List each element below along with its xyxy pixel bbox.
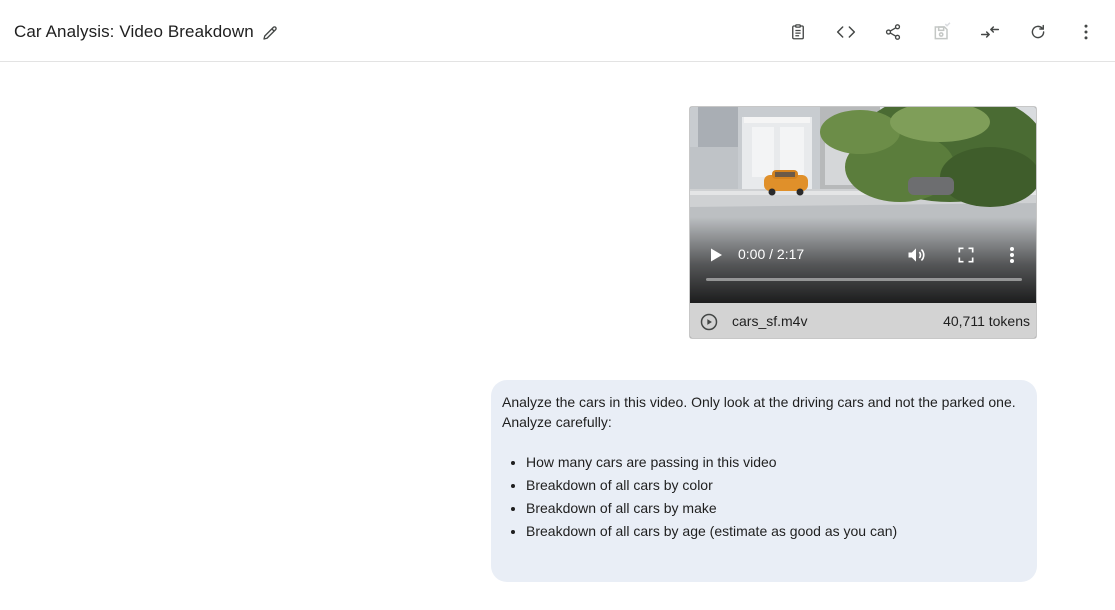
play-icon[interactable]	[708, 247, 724, 263]
play-circle-icon	[700, 313, 718, 331]
list-item: Breakdown of all cars by make	[526, 498, 1026, 518]
video-player[interactable]: 0:00 / 2:17	[690, 107, 1036, 303]
refresh-button[interactable]	[1026, 20, 1050, 44]
user-prompt-bubble: Analyze the cars in this video. Only loo…	[491, 380, 1037, 582]
compare-button[interactable]	[978, 20, 1002, 44]
compare-icon	[980, 26, 1000, 38]
more-options-button[interactable]	[1074, 20, 1098, 44]
video-attachment: 0:00 / 2:17 cars_sf.m4v 40,711 tokens	[689, 106, 1037, 339]
video-progress-bar[interactable]	[706, 278, 1022, 281]
code-icon	[836, 26, 856, 38]
fullscreen-icon[interactable]	[956, 245, 976, 265]
page-title: Car Analysis: Video Breakdown	[14, 22, 254, 41]
share-button[interactable]	[881, 20, 905, 44]
pencil-icon	[263, 26, 277, 40]
video-file-info: cars_sf.m4v 40,711 tokens	[690, 303, 1036, 338]
volume-icon[interactable]	[906, 245, 926, 265]
edit-title-button[interactable]	[258, 21, 282, 45]
more-vert-icon	[1084, 24, 1088, 40]
share-icon	[885, 24, 901, 40]
top-toolbar: Car Analysis: Video Breakdown	[0, 0, 1115, 62]
list-item: Breakdown of all cars by color	[526, 475, 1026, 495]
clipboard-icon	[792, 24, 804, 40]
get-code-button[interactable]	[834, 20, 858, 44]
video-more-icon[interactable]	[1006, 245, 1018, 265]
video-time: 0:00 / 2:17	[738, 246, 805, 262]
refresh-icon	[1031, 24, 1045, 39]
save-icon	[934, 22, 951, 40]
list-item: How many cars are passing in this video	[526, 452, 1026, 472]
save-button[interactable]	[930, 20, 954, 44]
prompt-list: How many cars are passing in this video …	[502, 452, 1026, 541]
token-count: 40,711 tokens	[943, 313, 1030, 329]
prompt-text: Analyze the cars in this video. Only loo…	[502, 394, 1016, 430]
file-name: cars_sf.m4v	[732, 313, 808, 329]
clipboard-button[interactable]	[786, 20, 810, 44]
list-item: Breakdown of all cars by age (estimate a…	[526, 521, 1026, 541]
